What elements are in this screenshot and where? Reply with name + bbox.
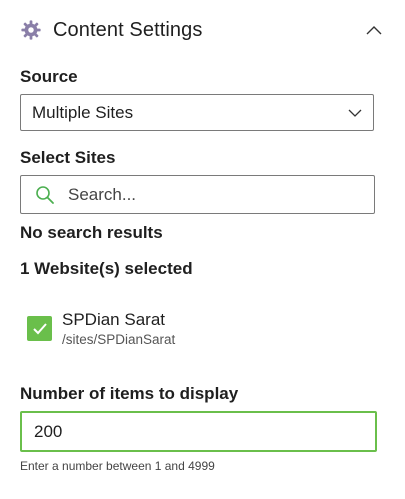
selected-count-text: 1 Website(s) selected: [20, 259, 193, 278]
source-dropdown-value: Multiple Sites: [32, 102, 134, 122]
items-to-display-label: Number of items to display: [20, 384, 239, 403]
source-label: Source: [20, 67, 78, 86]
panel-header: Content Settings: [20, 14, 385, 46]
chevron-down-icon: [348, 109, 362, 117]
search-input[interactable]: [66, 183, 350, 206]
site-path: /sites/SPDianSarat: [62, 332, 176, 347]
select-sites-label: Select Sites: [20, 148, 116, 167]
page-title: Content Settings: [53, 18, 203, 41]
source-dropdown[interactable]: Multiple Sites: [20, 94, 374, 131]
site-checkbox[interactable]: [27, 316, 52, 341]
items-count-hint: Enter a number between 1 and 4999: [20, 459, 215, 473]
gear-icon: [20, 19, 42, 41]
site-search-box: [20, 175, 375, 214]
items-count-field-wrapper: [20, 411, 377, 452]
no-results-text: No search results: [20, 223, 163, 242]
search-icon: [36, 185, 54, 204]
content-settings-panel: Content Settings Source Multiple Sites S…: [0, 0, 405, 499]
collapse-button[interactable]: [363, 19, 385, 41]
site-name: SPDian Sarat: [62, 310, 165, 329]
items-count-field[interactable]: [32, 420, 336, 443]
site-text: SPDian Sarat /sites/SPDianSarat: [62, 309, 175, 349]
chevron-up-icon: [366, 26, 382, 35]
checkmark-icon: [32, 323, 47, 335]
list-item: SPDian Sarat /sites/SPDianSarat: [27, 309, 175, 349]
header-title-group: Content Settings: [20, 19, 202, 42]
